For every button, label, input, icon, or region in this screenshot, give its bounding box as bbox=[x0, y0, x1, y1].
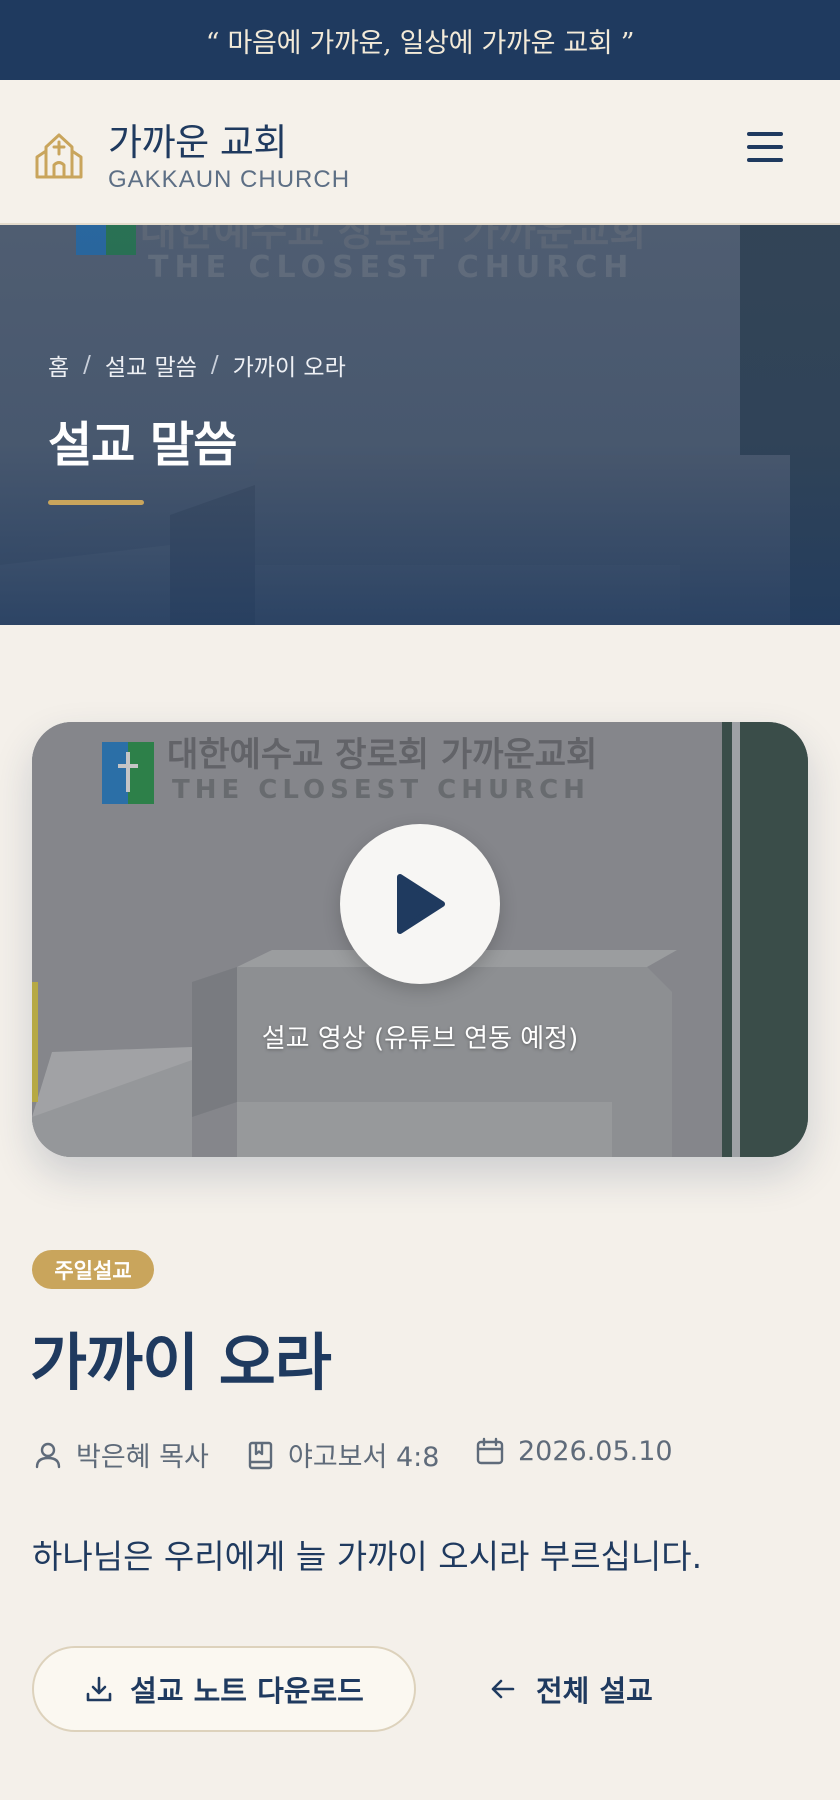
all-sermons-link[interactable]: 전체 설교 bbox=[488, 1646, 653, 1732]
brand-name[interactable]: 가까운 교회 bbox=[108, 112, 287, 166]
page-hero: 대한예수교 장로회 가까운교회 THE CLOSEST CHURCH 홈 / 설… bbox=[0, 225, 840, 625]
breadcrumb-separator: / bbox=[83, 352, 91, 378]
user-icon bbox=[35, 1442, 61, 1468]
preacher-name: 박은혜 목사 bbox=[76, 1442, 209, 1473]
download-notes-label: 설교 노트 다운로드 bbox=[130, 1674, 364, 1708]
sermon-summary: 하나님은 우리에게 늘 가까이 오시라 부르십니다. bbox=[32, 1537, 703, 1576]
brand-subtitle: GAKKAUN CHURCH bbox=[108, 166, 351, 193]
breadcrumb-home[interactable]: 홈 bbox=[48, 348, 69, 382]
banner-tagline: “ 마음에 가까운, 일상에 가까운 교회 ” bbox=[205, 27, 635, 59]
breadcrumb-sermons[interactable]: 설교 말씀 bbox=[105, 348, 197, 382]
bible-bookmark-icon bbox=[248, 1441, 273, 1469]
top-banner: “ 마음에 가까운, 일상에 가까운 교회 ” bbox=[0, 0, 840, 80]
breadcrumb-separator: / bbox=[210, 352, 219, 378]
download-icon bbox=[86, 1676, 112, 1702]
sermon-title: 가까이 오라 bbox=[30, 1326, 332, 1399]
play-icon bbox=[397, 874, 445, 934]
page-title: 설교 말씀 bbox=[48, 417, 237, 473]
arrow-left-icon bbox=[491, 1679, 515, 1699]
site-header: 가까운 교회 GAKKAUN CHURCH bbox=[0, 80, 840, 225]
play-button[interactable] bbox=[340, 824, 500, 984]
category-badge: 주일설교 bbox=[32, 1250, 154, 1289]
scripture-reference: 야고보서 4:8 bbox=[288, 1442, 440, 1473]
hamburger-menu-icon[interactable] bbox=[740, 122, 790, 172]
all-sermons-label: 전체 설교 bbox=[536, 1674, 653, 1708]
meta-preacher: 박은혜 목사 bbox=[32, 1435, 209, 1474]
breadcrumb: 홈 / 설교 말씀 / 가까이 오라 bbox=[48, 348, 346, 382]
sermon-video-card[interactable]: 대한예수교 장로회 가까운교회 THE CLOSEST CHURCH 설교 영상… bbox=[32, 722, 808, 1157]
video-caption: 설교 영상 (유튜브 연동 예정) bbox=[261, 1024, 579, 1054]
meta-scripture: 야고보서 4:8 bbox=[244, 1435, 439, 1474]
meta-date: 2026.05.10 bbox=[474, 1435, 673, 1467]
church-icon[interactable] bbox=[32, 127, 86, 181]
sermon-date: 2026.05.10 bbox=[518, 1435, 673, 1467]
download-notes-button[interactable]: 설교 노트 다운로드 bbox=[32, 1646, 416, 1732]
calendar-icon bbox=[476, 1437, 504, 1465]
title-accent-rule bbox=[48, 500, 144, 505]
breadcrumb-current: 가까이 오라 bbox=[232, 355, 346, 381]
